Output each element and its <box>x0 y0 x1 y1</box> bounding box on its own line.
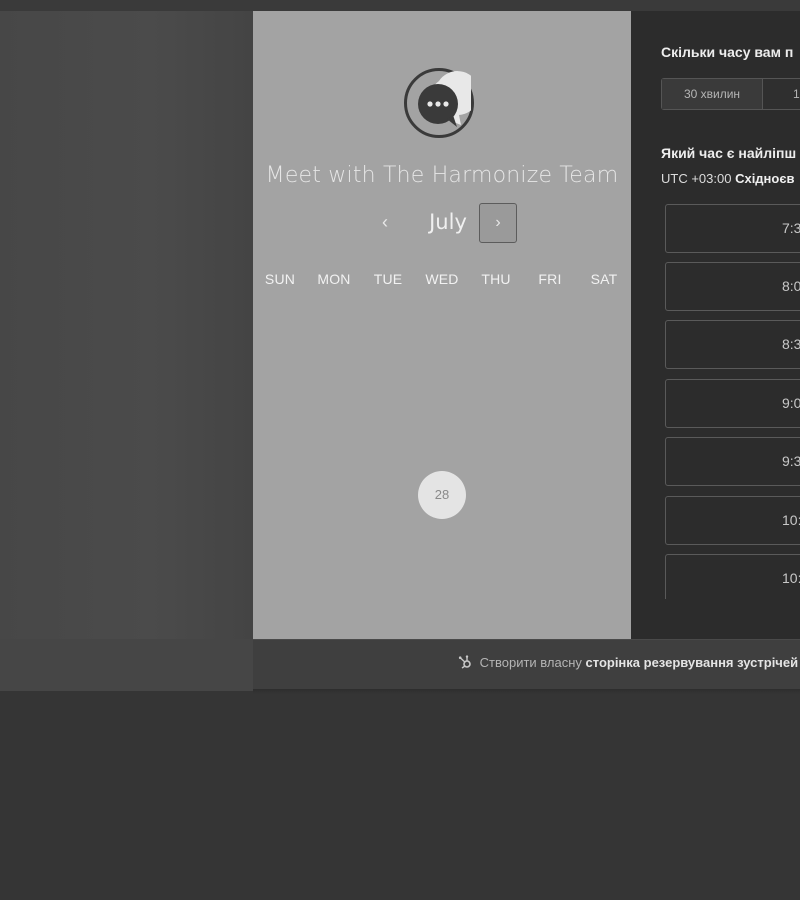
time-slot[interactable]: 10: <box>665 554 800 599</box>
calendar-day-available[interactable]: 28 <box>418 471 466 519</box>
time-slot[interactable]: 7:3 <box>665 204 800 253</box>
timezone-label[interactable]: UTC +03:00 Східноєв <box>661 171 795 186</box>
avatar <box>404 68 474 138</box>
timezone-name: Східноєв <box>735 171 795 186</box>
footer-text: Створити власну <box>479 655 582 670</box>
create-booking-page-link[interactable]: Створити власну сторінка резервування зу… <box>458 655 798 670</box>
chevron-right-icon: › <box>495 214 501 231</box>
chevron-left-icon: ‹ <box>382 212 388 232</box>
weekday-sun: SUN <box>264 271 296 287</box>
page-title: Meet with The Harmonize Team <box>265 163 619 188</box>
time-slot[interactable]: 9:3 <box>665 437 800 486</box>
footer-text-bold: сторінка резервування зустрічей <box>585 655 799 670</box>
weekday-fri: FRI <box>538 271 562 287</box>
time-slot[interactable]: 8:3 <box>665 320 800 369</box>
footer: Створити власну сторінка резервування зу… <box>253 639 800 689</box>
next-month-button[interactable]: › <box>479 203 517 243</box>
top-strip <box>0 0 800 11</box>
time-slot[interactable]: 8:0 <box>665 262 800 311</box>
backdrop-left-bottom <box>0 639 253 691</box>
timezone-offset: UTC +03:00 <box>661 171 732 186</box>
duration-option-2[interactable]: 1 <box>763 79 800 109</box>
time-slot[interactable]: 10: <box>665 496 800 545</box>
weekday-thu: THU <box>481 271 511 287</box>
backdrop-left <box>0 11 253 639</box>
booking-panel: Скільки часу вам п 30 хвилин 1 Який час … <box>631 11 800 639</box>
weekday-header: SUN MON TUE WED THU FRI SAT <box>253 271 631 291</box>
duration-question: Скільки часу вам п <box>661 44 794 60</box>
weekday-tue: TUE <box>373 271 403 287</box>
previous-month-button[interactable]: ‹ <box>371 208 399 236</box>
weekday-mon: MON <box>317 271 351 287</box>
duration-selector: 30 хвилин 1 <box>661 78 800 110</box>
time-question: Який час є найліпш <box>661 145 797 161</box>
time-slot-list[interactable]: 7:3 8:0 8:3 9:0 9:3 10: 10: <box>665 204 800 599</box>
weekday-sat: SAT <box>590 271 618 287</box>
duration-option-30min[interactable]: 30 хвилин <box>662 79 763 109</box>
chat-bubble-icon <box>418 71 471 127</box>
calendar-panel: Meet with The Harmonize Team ‹ July › SU… <box>253 11 631 639</box>
time-slot[interactable]: 9:0 <box>665 379 800 428</box>
hubspot-sprocket-icon <box>458 655 471 669</box>
weekday-wed: WED <box>425 271 459 287</box>
month-label: July <box>429 210 467 234</box>
